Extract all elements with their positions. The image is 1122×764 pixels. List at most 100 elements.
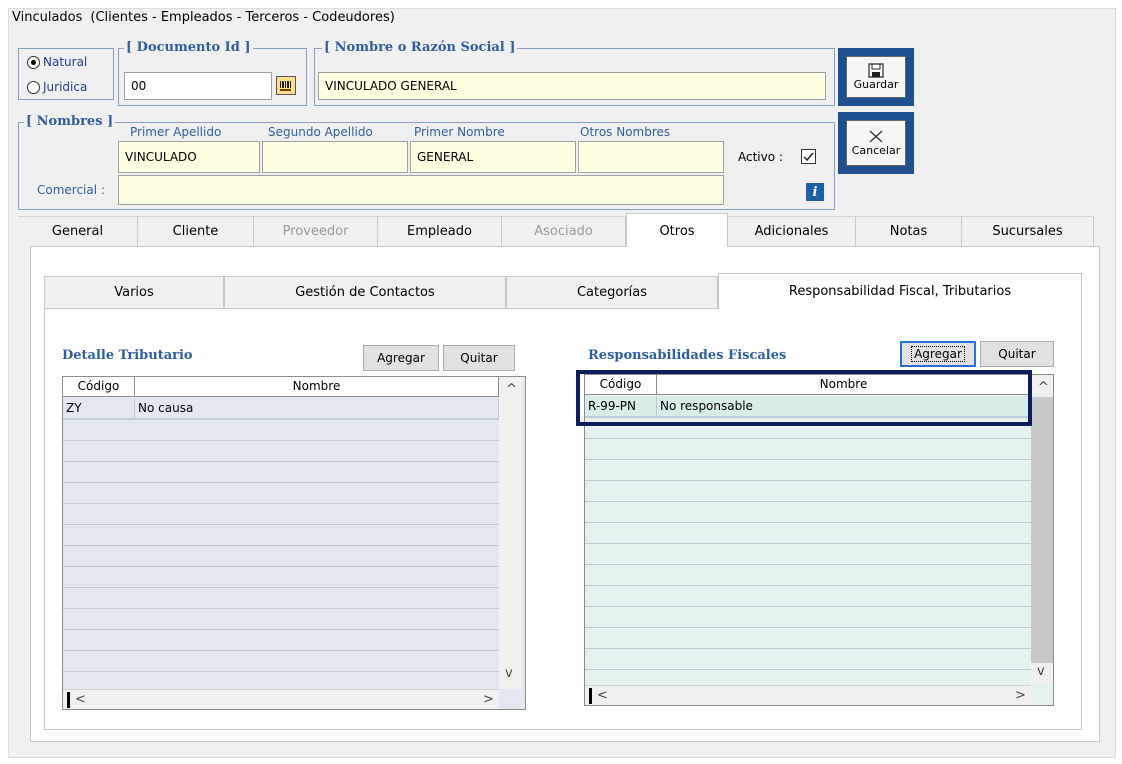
primer-apellido-input[interactable]: VINCULADO [118, 141, 260, 173]
cell-codigo[interactable] [63, 650, 135, 651]
cell-codigo[interactable] [585, 585, 657, 586]
primer-nombre-input[interactable]: GENERAL [410, 141, 576, 173]
detalle-agregar-button[interactable]: Agregar [363, 345, 439, 371]
table-row[interactable] [585, 564, 1031, 565]
cell-codigo[interactable] [585, 669, 657, 670]
tab-adicionales[interactable]: Adicionales [728, 216, 856, 246]
cell-codigo[interactable] [63, 629, 135, 630]
table-row[interactable] [63, 419, 499, 420]
subtab-gestion-contactos[interactable]: Gestión de Contactos [224, 276, 506, 308]
table-row[interactable] [585, 627, 1031, 628]
table-row[interactable] [585, 648, 1031, 649]
cell-codigo[interactable] [585, 648, 657, 649]
cell-nombre[interactable] [135, 587, 499, 588]
tab-asociado[interactable]: Asociado [502, 216, 626, 246]
cancelar-button-face[interactable]: Cancelar [846, 120, 906, 166]
cell-codigo[interactable] [63, 566, 135, 567]
cell-codigo[interactable] [63, 608, 135, 609]
table-row[interactable] [585, 501, 1031, 502]
cell-codigo[interactable] [585, 627, 657, 628]
table-row[interactable] [585, 606, 1031, 607]
cell-nombre[interactable] [657, 522, 1031, 523]
tab-otros[interactable]: Otros [626, 213, 728, 247]
scroll-right-icon[interactable]: > [1015, 689, 1026, 703]
table-row[interactable] [63, 650, 499, 651]
cell-codigo[interactable] [585, 564, 657, 565]
comercial-input[interactable] [118, 175, 724, 205]
cell-nombre[interactable] [135, 629, 499, 630]
cell-codigo[interactable] [63, 461, 135, 462]
tab-sucursales[interactable]: Sucursales [962, 216, 1094, 246]
cell-nombre[interactable] [135, 545, 499, 546]
detalle-hscrollbar[interactable]: < > [63, 689, 499, 709]
cell-nombre[interactable] [135, 608, 499, 609]
documento-input[interactable]: 00 [124, 72, 272, 100]
cell-codigo[interactable] [63, 587, 135, 588]
cell-nombre[interactable] [657, 564, 1031, 565]
table-row[interactable] [63, 482, 499, 483]
responsabilidades-agregar-button[interactable]: Agregar [900, 341, 976, 367]
responsabilidades-quitar-button[interactable]: Quitar [980, 341, 1054, 367]
cell-codigo[interactable] [585, 501, 657, 502]
cell-nombre[interactable] [135, 671, 499, 672]
detalle-quitar-button[interactable]: Quitar [443, 345, 515, 371]
table-row[interactable] [585, 459, 1031, 460]
barcode-icon[interactable] [276, 76, 296, 95]
subtab-varios[interactable]: Varios [44, 276, 224, 308]
table-row[interactable] [63, 566, 499, 567]
cell-nombre[interactable] [135, 503, 499, 504]
scroll-left-icon[interactable]: < [597, 689, 608, 703]
cell-codigo[interactable] [585, 543, 657, 544]
table-row[interactable] [585, 480, 1031, 481]
table-row[interactable] [63, 440, 499, 441]
cell-codigo[interactable] [63, 440, 135, 441]
guardar-button[interactable]: Guardar [838, 48, 914, 106]
cell-codigo[interactable] [63, 545, 135, 546]
detalle-grid[interactable]: Código Nombre ZY No causa ^ v < > [62, 376, 526, 710]
otros-nombres-input[interactable] [578, 141, 724, 173]
table-row[interactable] [585, 438, 1031, 439]
cell-codigo[interactable] [63, 419, 135, 420]
cell-nombre[interactable]: No causa [135, 398, 499, 419]
table-row[interactable] [63, 671, 499, 672]
cell-nombre[interactable] [135, 440, 499, 441]
cancelar-button[interactable]: Cancelar [838, 112, 914, 174]
table-row[interactable] [63, 608, 499, 609]
radio-juridica[interactable]: Juridica [27, 80, 87, 94]
cell-codigo[interactable] [63, 524, 135, 525]
scroll-down-icon[interactable]: v [1037, 665, 1045, 679]
subtab-responsabilidad-fiscal[interactable]: Responsabilidad Fiscal, Tributarios [718, 273, 1082, 309]
cell-nombre[interactable] [657, 585, 1031, 586]
cell-codigo[interactable]: ZY [63, 398, 135, 419]
table-row[interactable]: ZY No causa [63, 398, 499, 419]
cell-codigo[interactable] [585, 480, 657, 481]
cell-codigo[interactable] [585, 522, 657, 523]
detalle-vscrollbar[interactable]: ^ v [499, 377, 523, 689]
detalle-col-codigo[interactable]: Código [63, 377, 135, 396]
cell-nombre[interactable] [135, 524, 499, 525]
segundo-apellido-input[interactable] [262, 141, 408, 173]
cell-nombre[interactable] [657, 459, 1031, 460]
radio-juridica-circle[interactable] [27, 80, 40, 94]
table-row[interactable] [585, 543, 1031, 544]
cell-nombre[interactable] [657, 669, 1031, 670]
cell-nombre[interactable] [657, 627, 1031, 628]
cell-nombre[interactable] [135, 482, 499, 483]
cell-codigo[interactable] [63, 503, 135, 504]
tab-notas[interactable]: Notas [856, 216, 962, 246]
cell-codigo[interactable] [585, 459, 657, 460]
cell-nombre[interactable] [135, 650, 499, 651]
table-row[interactable] [585, 522, 1031, 523]
cell-codigo[interactable] [63, 482, 135, 483]
responsabilidades-vscrollbar[interactable]: ^ v [1031, 375, 1053, 685]
cell-nombre[interactable] [657, 606, 1031, 607]
cell-nombre[interactable] [135, 566, 499, 567]
table-row[interactable] [63, 545, 499, 546]
activo-checkbox[interactable] [801, 149, 816, 164]
table-row[interactable] [585, 585, 1031, 586]
guardar-button-face[interactable]: Guardar [846, 56, 906, 98]
cell-nombre[interactable] [135, 419, 499, 420]
table-row[interactable] [63, 587, 499, 588]
radio-natural-circle[interactable] [27, 55, 40, 69]
scroll-down-icon[interactable]: v [505, 667, 513, 681]
